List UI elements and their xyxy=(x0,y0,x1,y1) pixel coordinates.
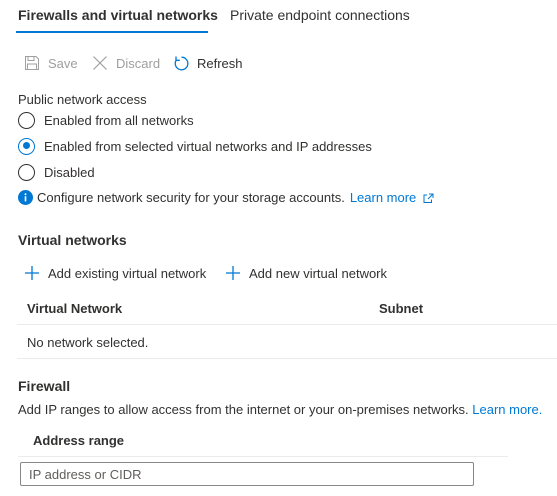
radio-disabled[interactable]: Disabled xyxy=(18,162,95,182)
add-new-label: Add new virtual network xyxy=(249,265,388,281)
column-virtual-network: Virtual Network xyxy=(27,301,123,316)
radio-enabled-all-networks[interactable]: Enabled from all networks xyxy=(18,110,194,130)
tab-private-endpoint-connections[interactable]: Private endpoint connections xyxy=(230,7,410,23)
refresh-button[interactable]: Refresh xyxy=(172,52,243,74)
virtual-networks-table: Virtual Network Subnet No network select… xyxy=(17,292,557,359)
info-message: Configure network security for your stor… xyxy=(18,190,434,205)
tab-firewalls-and-virtual-networks[interactable]: Firewalls and virtual networks xyxy=(18,7,218,23)
save-button[interactable]: Save xyxy=(23,52,78,74)
public-network-access-label: Public network access xyxy=(18,92,147,107)
radio-label: Enabled from selected virtual networks a… xyxy=(44,138,372,154)
empty-state-text: No network selected. xyxy=(27,335,149,350)
discard-button[interactable]: Discard xyxy=(91,52,160,74)
radio-enabled-selected-networks[interactable]: Enabled from selected virtual networks a… xyxy=(18,136,372,156)
save-label: Save xyxy=(48,55,78,71)
firewall-description-text: Add IP ranges to allow access from the i… xyxy=(18,402,469,417)
learn-more-link[interactable]: Learn more xyxy=(350,190,434,205)
firewall-learn-more-link[interactable]: Learn more. xyxy=(472,402,542,417)
firewall-description: Add IP ranges to allow access from the i… xyxy=(18,402,542,417)
firewall-heading: Firewall xyxy=(18,378,71,394)
radio-button-selected[interactable] xyxy=(18,137,35,155)
discard-label: Discard xyxy=(116,55,161,71)
refresh-icon xyxy=(172,54,190,72)
table-row-empty: No network selected. xyxy=(17,325,557,359)
column-address-range: Address range xyxy=(33,433,125,448)
save-icon xyxy=(23,54,41,72)
plus-icon xyxy=(225,265,241,281)
info-text: Configure network security for your stor… xyxy=(37,190,345,205)
info-icon xyxy=(18,190,33,205)
plus-icon xyxy=(24,265,40,281)
external-link-icon xyxy=(423,193,434,204)
refresh-label: Refresh xyxy=(197,55,243,71)
radio-button[interactable] xyxy=(18,111,35,129)
radio-label: Enabled from all networks xyxy=(44,112,194,128)
close-icon xyxy=(91,54,109,72)
add-new-virtual-network-button[interactable]: Add new virtual network xyxy=(225,263,387,283)
active-tab-indicator xyxy=(16,31,208,33)
learn-more-label: Learn more xyxy=(349,190,417,205)
add-existing-virtual-network-button[interactable]: Add existing virtual network xyxy=(24,263,206,283)
command-bar: Save Discard Refresh xyxy=(0,52,300,74)
radio-label: Disabled xyxy=(44,164,95,180)
address-range-header: Address range xyxy=(18,424,508,457)
ip-address-input[interactable] xyxy=(20,462,474,486)
tab-bar: Firewalls and virtual networks Private e… xyxy=(0,0,557,34)
virtual-networks-heading: Virtual networks xyxy=(18,232,127,248)
column-subnet: Subnet xyxy=(379,301,424,316)
radio-button[interactable] xyxy=(18,163,35,181)
add-existing-label: Add existing virtual network xyxy=(48,265,207,281)
table-header: Virtual Network Subnet xyxy=(17,292,557,325)
